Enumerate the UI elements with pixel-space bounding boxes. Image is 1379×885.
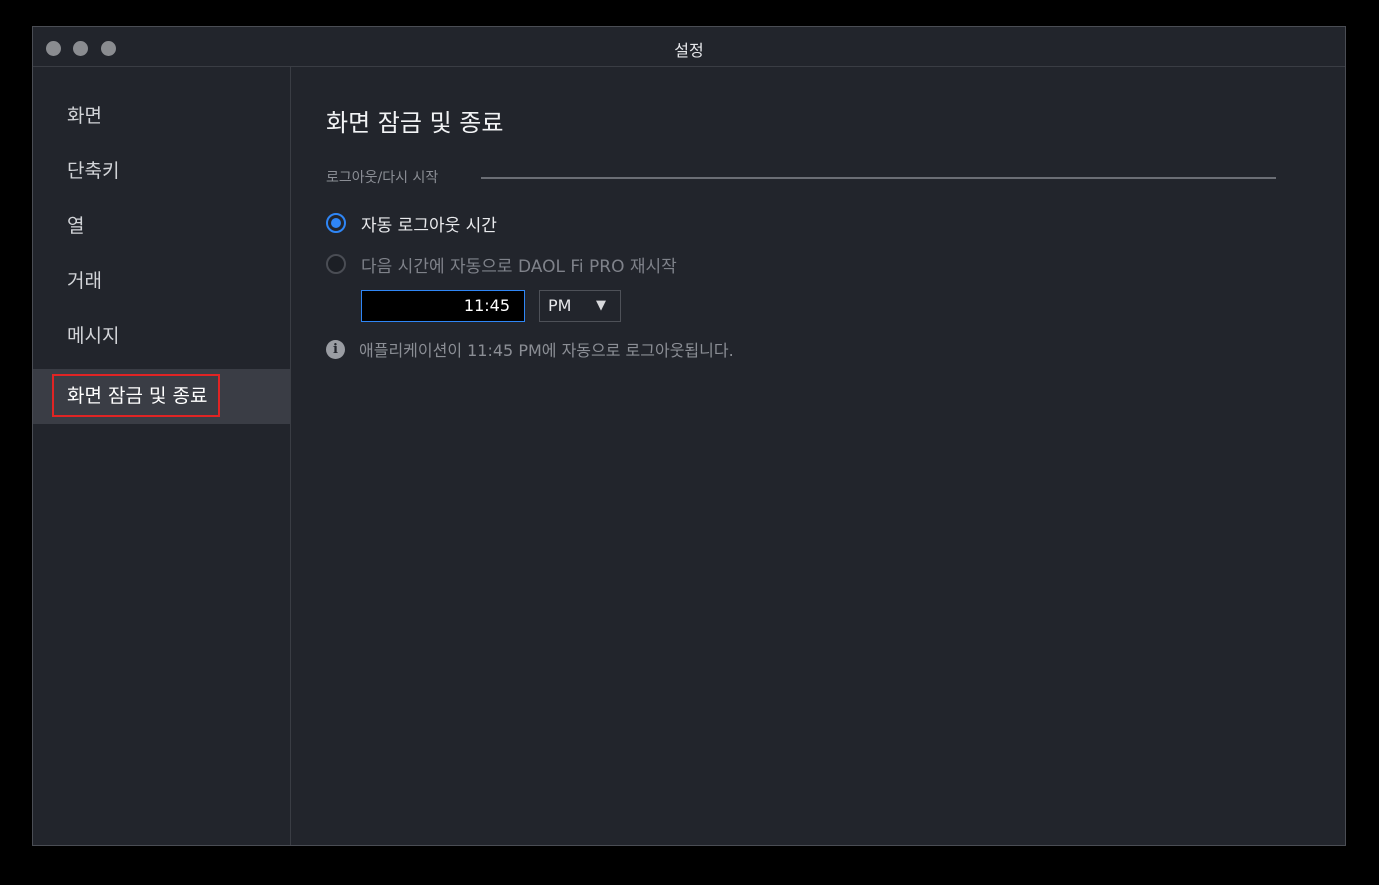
info-text: 애플리케이션이 11:45 PM에 자동으로 로그아웃됩니다. <box>359 341 734 360</box>
info-icon: i <box>326 339 345 359</box>
sidebar-item-display[interactable]: 화면 <box>33 89 290 144</box>
sidebar-item-label: 메시지 <box>67 325 120 347</box>
settings-content: 화면 잠금 및 종료 로그아웃/다시 시작 자동 로그아웃 시간 다음 시간에 … <box>291 67 1345 845</box>
section-divider <box>481 177 1276 179</box>
page-title: 화면 잠금 및 종료 <box>326 109 504 137</box>
window-title: 설정 <box>674 41 704 60</box>
radio-selected-icon[interactable] <box>326 213 346 233</box>
section-label: 로그아웃/다시 시작 <box>326 170 439 186</box>
info-message: i 애플리케이션이 11:45 PM에 자동으로 로그아웃됩니다. <box>326 337 734 361</box>
settings-window: 설정 화면 단축키 열 거래 메시지 화면 잠금 및 종료 화면 잠금 및 종료… <box>32 26 1346 846</box>
time-input[interactable]: 11:45 <box>361 290 525 322</box>
sidebar-item-shortcuts[interactable]: 단축키 <box>33 144 290 199</box>
caret-down-icon: ▼ <box>596 298 606 313</box>
sidebar-item-label: 단축키 <box>67 160 120 182</box>
sidebar-item-label: 화면 <box>67 105 102 127</box>
sidebar-item-lock-and-exit[interactable]: 화면 잠금 및 종료 <box>33 369 290 424</box>
sidebar-item-columns[interactable]: 열 <box>33 199 290 254</box>
ampm-select[interactable]: PM ▼ <box>539 290 621 322</box>
ampm-value: PM <box>548 296 572 315</box>
auto-logout-option[interactable]: 자동 로그아웃 시간 <box>326 210 497 236</box>
auto-restart-option[interactable]: 다음 시간에 자동으로 DAOL Fi PRO 재시작 <box>326 251 677 277</box>
sidebar-item-trading[interactable]: 거래 <box>33 254 290 309</box>
sidebar-item-label: 화면 잠금 및 종료 <box>67 385 208 407</box>
sidebar-item-label: 열 <box>67 215 85 237</box>
sidebar-item-label: 거래 <box>67 270 102 292</box>
auto-restart-label: 다음 시간에 자동으로 DAOL Fi PRO 재시작 <box>361 256 677 277</box>
radio-unselected-icon[interactable] <box>326 254 346 274</box>
auto-logout-label: 자동 로그아웃 시간 <box>361 215 497 236</box>
settings-sidebar: 화면 단축키 열 거래 메시지 화면 잠금 및 종료 <box>33 67 291 845</box>
sidebar-item-messages[interactable]: 메시지 <box>33 309 290 364</box>
title-bar: 설정 <box>33 27 1345 67</box>
